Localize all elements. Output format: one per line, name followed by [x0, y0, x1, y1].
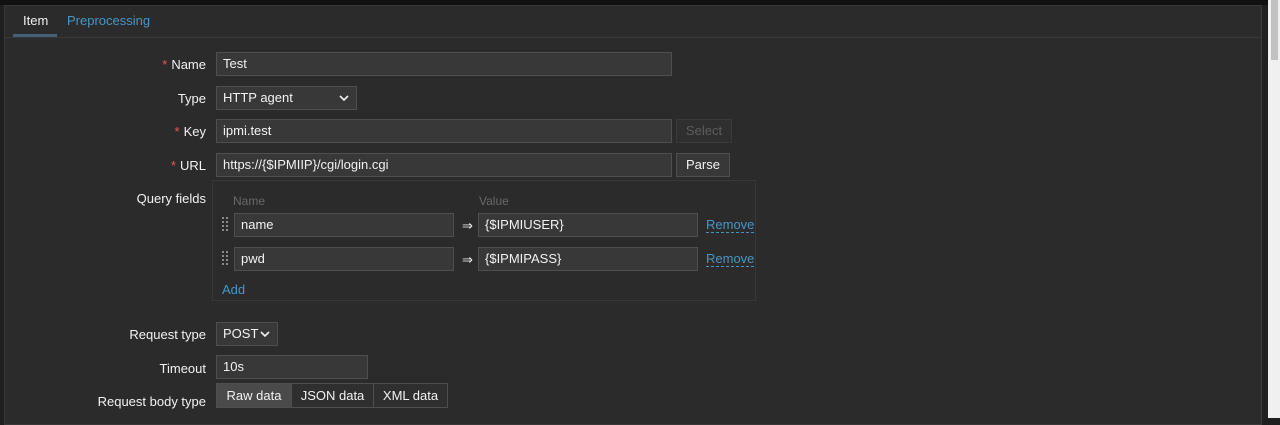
required-marker: *: [174, 124, 180, 139]
timeout-label: Timeout: [159, 361, 206, 376]
query-fields-label: Query fields: [136, 191, 206, 206]
drag-handle-icon[interactable]: [221, 249, 229, 269]
key-input[interactable]: ipmi.test: [216, 119, 672, 143]
query-row-arrow: ⇒: [462, 218, 473, 233]
query-row-name-input[interactable]: pwd: [234, 247, 454, 271]
query-row-remove-link[interactable]: Remove: [706, 252, 755, 267]
key-label-text: Key: [183, 124, 206, 139]
type-label: Type: [177, 91, 206, 106]
tab-divider: [5, 37, 1261, 38]
tab-preprocessing[interactable]: Preprocessing: [57, 6, 160, 37]
parse-button[interactable]: Parse: [676, 153, 730, 177]
timeout-input[interactable]: 10s: [216, 355, 368, 379]
query-add-link[interactable]: Add: [222, 282, 245, 297]
scrollbar-thumb[interactable]: [1271, 0, 1278, 60]
name-input[interactable]: Test: [216, 52, 672, 76]
query-row-remove-link[interactable]: Remove: [706, 218, 755, 233]
key-select-button[interactable]: Select: [676, 119, 732, 143]
type-select-value: HTTP agent: [223, 90, 293, 105]
query-row-arrow: ⇒: [462, 252, 473, 267]
request-type-value: POST: [223, 326, 259, 341]
query-col-value-header: Value: [479, 194, 509, 208]
tab-item[interactable]: Item: [13, 6, 57, 37]
query-row-name-input[interactable]: name: [234, 213, 454, 237]
page-scrollbar[interactable]: [1268, 0, 1280, 418]
body-type-raw-data[interactable]: Raw data: [216, 383, 292, 408]
body-type-xml-data[interactable]: XML data: [373, 383, 448, 408]
url-input[interactable]: https://{$IPMIIP}/cgi/login.cgi: [216, 153, 672, 177]
url-label: * URL: [6, 158, 206, 173]
query-row-value-input[interactable]: {$IPMIUSER}: [478, 213, 698, 237]
required-marker: *: [162, 57, 168, 72]
query-row-value-input[interactable]: {$IPMIPASS}: [478, 247, 698, 271]
type-select[interactable]: HTTP agent: [216, 86, 357, 110]
name-label-text: Name: [171, 57, 206, 72]
url-label-text: URL: [179, 158, 206, 173]
body-type-json-data[interactable]: JSON data: [291, 383, 374, 408]
request-type-label: Request type: [129, 327, 206, 342]
request-body-type-label: Request body type: [97, 394, 206, 409]
required-marker: *: [170, 158, 176, 173]
key-label: * Key: [6, 124, 206, 139]
chevron-down-icon: [339, 95, 349, 102]
chevron-down-icon: [260, 331, 270, 338]
request-type-select[interactable]: POST: [216, 322, 278, 346]
drag-handle-icon[interactable]: [221, 215, 229, 235]
query-col-name-header: Name: [233, 194, 266, 208]
name-label: * Name: [6, 57, 206, 72]
